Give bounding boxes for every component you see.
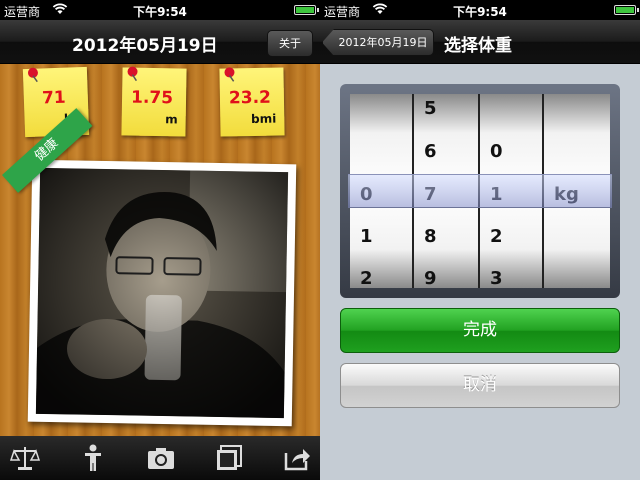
camera-icon[interactable] — [146, 443, 176, 473]
navigation-bar: 2012年05月19日 选择体重 — [320, 20, 640, 64]
pushpin-icon — [224, 67, 235, 82]
pushpin-icon — [27, 67, 38, 83]
picker-value: 9 — [424, 268, 437, 288]
page-title: 选择体重 — [444, 36, 512, 56]
bottom-toolbar — [0, 436, 320, 480]
battery-icon — [294, 5, 319, 15]
user-photo — [35, 167, 289, 419]
bmi-value: 23.2 — [228, 87, 272, 109]
bmi-unit: bmi — [250, 111, 277, 127]
status-bar: 运营商 下午9:54 — [0, 0, 320, 20]
done-button[interactable]: 完成 — [340, 308, 620, 353]
weight-picker[interactable]: 0 1 2 5 6 7 8 9 0 1 2 3 kg — [340, 84, 620, 298]
select-weight-screen: 运营商 下午9:54 2012年05月19日 选择体重 0 1 2 5 6 7 … — [320, 0, 640, 480]
height-unit: m — [165, 112, 178, 127]
picker-value: 8 — [424, 226, 437, 247]
status-bar: 运营商 下午9:54 — [320, 0, 640, 20]
gallery-icon[interactable] — [214, 443, 244, 473]
bmi-note[interactable]: 23.2 bmi — [219, 67, 285, 137]
person-icon[interactable] — [78, 443, 108, 473]
about-button[interactable]: 关于 — [267, 30, 313, 57]
status-time: 下午9:54 — [133, 5, 187, 19]
picker-value: 0 — [490, 141, 503, 162]
picker-value: 3 — [490, 268, 503, 288]
scale-icon[interactable] — [9, 443, 41, 473]
share-icon[interactable] — [282, 443, 312, 473]
weight-main-screen: 运营商 下午9:54 2012年05月19日 关于 71 kg 1.75 m 2… — [0, 0, 320, 480]
height-value: 1.75 — [130, 87, 174, 109]
picker-value: 2 — [490, 226, 503, 247]
weight-value: 71 — [41, 87, 67, 109]
picker-value: 6 — [424, 141, 437, 162]
battery-icon — [614, 5, 639, 15]
navigation-bar: 2012年05月19日 关于 — [0, 20, 320, 64]
picker-value: 5 — [424, 98, 437, 119]
cancel-button[interactable]: 取消 — [340, 363, 620, 408]
back-button[interactable]: 2012年05月19日 — [322, 29, 434, 56]
page-title: 2012年05月19日 — [72, 36, 218, 56]
picker-selection-band — [348, 174, 612, 208]
picker-value: 1 — [360, 226, 373, 247]
picker-value: 2 — [360, 268, 373, 288]
height-note[interactable]: 1.75 m — [121, 66, 187, 137]
photo-frame[interactable] — [27, 159, 297, 427]
status-time: 下午9:54 — [453, 5, 507, 19]
pushpin-icon — [127, 66, 138, 82]
